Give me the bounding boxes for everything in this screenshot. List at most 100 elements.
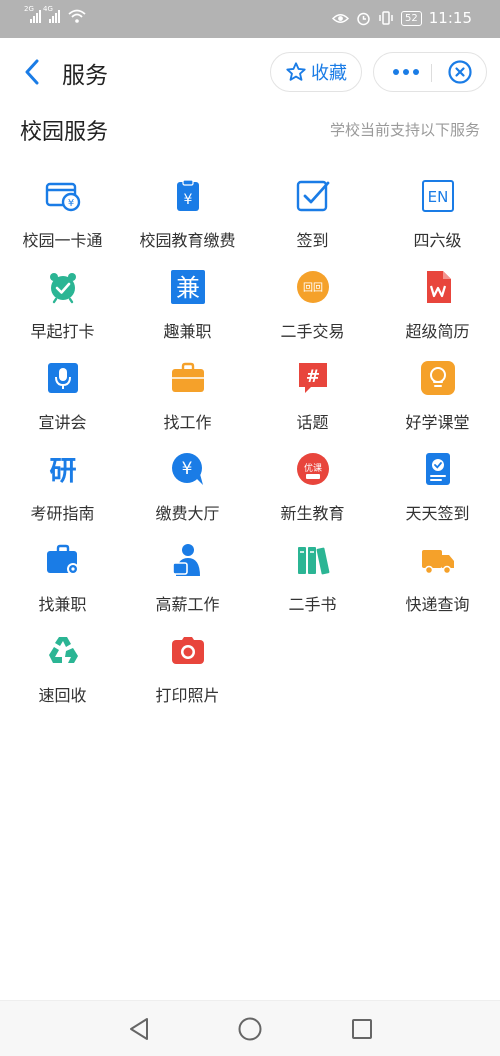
- service-high-salary-job[interactable]: 高薪工作: [125, 534, 250, 625]
- service-postgraduate-guide[interactable]: 研 考研指南: [0, 443, 125, 534]
- service-study-class[interactable]: 好学课堂: [375, 352, 500, 443]
- vibrate-icon: [379, 11, 393, 25]
- service-super-resume[interactable]: 超级简历: [375, 261, 500, 352]
- back-button[interactable]: [16, 54, 48, 90]
- nav-bar: 服务 收藏: [0, 38, 500, 106]
- freshman-education-icon: 优课: [295, 451, 331, 487]
- service-freshman-education[interactable]: 优课 新生教育: [250, 443, 375, 534]
- toolbox-icon: [45, 542, 81, 578]
- microphone-icon: [45, 360, 81, 396]
- check-in-icon: [295, 178, 331, 214]
- service-label: 校园教育缴费: [139, 231, 236, 250]
- circle-home-icon: [238, 1017, 262, 1041]
- service-express-query[interactable]: 快递查询: [375, 534, 500, 625]
- cet-en-icon: EN: [420, 178, 456, 214]
- wifi-icon: [68, 9, 86, 23]
- capsule-divider: [431, 64, 432, 82]
- lightbulb-icon: [420, 360, 456, 396]
- campus-card-icon: ¥: [45, 178, 81, 214]
- service-label: 找工作: [163, 413, 212, 432]
- service-topic[interactable]: # 话题: [250, 352, 375, 443]
- svg-text:¥: ¥: [183, 192, 192, 208]
- system-nav-bar: [0, 1000, 500, 1056]
- service-label: 二手书: [288, 595, 337, 614]
- chevron-left-icon: [25, 59, 39, 85]
- status-time: 11:15: [428, 9, 472, 27]
- svg-text:研: 研: [49, 456, 76, 487]
- service-check-in[interactable]: 签到: [250, 170, 375, 261]
- more-dots-icon: [393, 69, 419, 75]
- nav-recents-button[interactable]: [348, 1015, 376, 1043]
- battery-indicator: 52: [401, 10, 422, 26]
- service-label: 四六级: [413, 231, 462, 250]
- svg-text:#: #: [305, 367, 319, 387]
- service-label: 宣讲会: [38, 413, 87, 432]
- service-label: 校园一卡通: [22, 231, 103, 250]
- svg-text:兼: 兼: [176, 274, 200, 302]
- service-label: 新生教育: [280, 504, 345, 523]
- star-icon: [286, 62, 306, 81]
- more-button[interactable]: [380, 53, 432, 91]
- service-daily-check-in[interactable]: 天天签到: [375, 443, 500, 534]
- service-label: 好学课堂: [405, 413, 470, 432]
- service-label: 找兼职: [38, 595, 87, 614]
- status-bar: 2G 4G 52 11:15: [0, 0, 500, 38]
- close-mini-app-button[interactable]: [434, 53, 486, 91]
- topic-hash-icon: #: [295, 360, 331, 396]
- service-career-talk[interactable]: 宣讲会: [0, 352, 125, 443]
- alarm-icon: [357, 12, 370, 25]
- postgraduate-icon: 研: [45, 451, 81, 487]
- service-print-photos[interactable]: 打印照片: [125, 625, 250, 716]
- service-find-part-time[interactable]: 找兼职: [0, 534, 125, 625]
- tuition-payment-icon: ¥: [170, 178, 206, 214]
- service-find-job[interactable]: 找工作: [125, 352, 250, 443]
- service-early-clock-in[interactable]: 早起打卡: [0, 261, 125, 352]
- recycle-icon: [45, 633, 81, 669]
- service-second-hand-books[interactable]: 二手书: [250, 534, 375, 625]
- favorite-button[interactable]: 收藏: [270, 52, 362, 92]
- second-hand-trade-icon: 回回: [295, 269, 331, 305]
- service-quick-recycle[interactable]: 速回收: [0, 625, 125, 716]
- section-title: 校园服务: [20, 120, 109, 145]
- status-right: 52 11:15: [332, 9, 472, 27]
- svg-text:¥: ¥: [67, 198, 73, 209]
- books-icon: [295, 542, 331, 578]
- service-label: 快递查询: [405, 595, 470, 614]
- service-campus-card[interactable]: ¥ 校园一卡通: [0, 170, 125, 261]
- daily-check-in-icon: [420, 451, 456, 487]
- signal-icon: 2G: [24, 5, 41, 23]
- svg-text:优课: 优课: [303, 462, 321, 474]
- nav-back-button[interactable]: [125, 1015, 153, 1043]
- signal-icon-2: 4G: [43, 5, 60, 23]
- service-label: 速回收: [38, 686, 87, 705]
- payment-hall-icon: ¥: [170, 451, 206, 487]
- service-fun-part-time[interactable]: 兼 趣兼职: [125, 261, 250, 352]
- briefcase-icon: [170, 360, 206, 396]
- part-time-icon: 兼: [170, 269, 206, 305]
- close-circle-icon: [448, 60, 472, 84]
- svg-text:¥: ¥: [181, 459, 192, 479]
- service-cet[interactable]: EN 四六级: [375, 170, 500, 261]
- service-label: 话题: [296, 413, 329, 432]
- delivery-truck-icon: [420, 542, 456, 578]
- service-label: 超级简历: [405, 322, 470, 341]
- service-tuition-payment[interactable]: ¥ 校园教育缴费: [125, 170, 250, 261]
- nav-home-button[interactable]: [236, 1015, 264, 1043]
- svg-text:EN: EN: [427, 188, 448, 206]
- eye-icon: [332, 13, 350, 23]
- high-salary-job-icon: [170, 542, 206, 578]
- service-label: 签到: [296, 231, 329, 250]
- section-note: 学校当前支持以下服务: [329, 121, 480, 139]
- camera-icon: [170, 633, 206, 669]
- svg-text:回回: 回回: [303, 282, 323, 294]
- resume-icon: [420, 269, 456, 305]
- service-label: 天天签到: [405, 504, 470, 523]
- service-payment-hall[interactable]: ¥ 缴费大厅: [125, 443, 250, 534]
- favorite-label: 收藏: [311, 63, 347, 84]
- page-title: 服务: [62, 63, 108, 89]
- service-label: 二手交易: [280, 322, 345, 341]
- service-label: 考研指南: [30, 504, 95, 523]
- service-label: 高薪工作: [155, 595, 220, 614]
- service-label: 打印照片: [155, 686, 220, 705]
- service-second-hand-trade[interactable]: 回回 二手交易: [250, 261, 375, 352]
